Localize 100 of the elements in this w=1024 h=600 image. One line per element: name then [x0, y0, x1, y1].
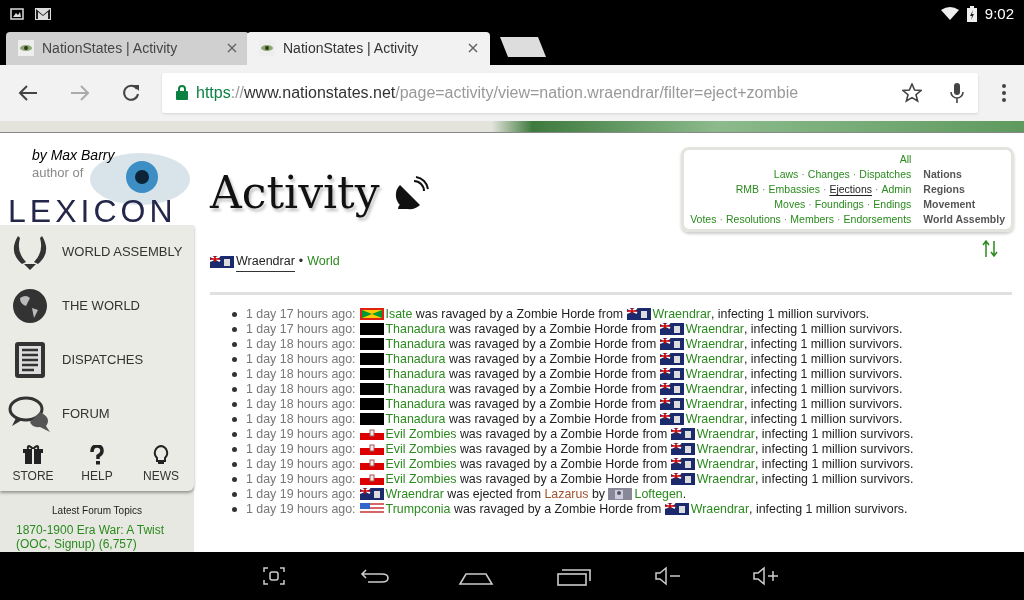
event-text: by [590, 486, 607, 502]
nation-link[interactable]: Thanadura [385, 321, 446, 337]
menu-icon[interactable] [1002, 83, 1006, 102]
filter-link[interactable]: Foundings [814, 197, 864, 210]
menu-item[interactable]: FORUM [0, 386, 194, 441]
browser-tab[interactable]: NationStates | Activity [247, 31, 490, 65]
bullet-icon [232, 431, 237, 437]
breadcrumb-link[interactable]: Wraendrar [236, 251, 295, 272]
bullet-icon [232, 491, 237, 497]
menu-item[interactable]: NEWS [138, 444, 184, 485]
event-text: , infecting 1 million survivors. [754, 441, 914, 457]
nation-link[interactable]: Loftegen [634, 486, 683, 502]
nation-link[interactable]: Isate [385, 306, 413, 322]
satellite-dish-icon [393, 174, 430, 211]
bullet-icon [232, 416, 237, 422]
filter-link[interactable]: Members [790, 212, 835, 225]
nation-link[interactable]: Thanadura [385, 351, 446, 367]
nation-link[interactable]: Wraendrar [690, 501, 749, 517]
nation-link[interactable]: Wraendrar [685, 321, 744, 337]
nation-link[interactable]: Wraendrar [652, 306, 711, 322]
event-text: , infecting 1 million survivors. [744, 396, 903, 412]
event-time: 1 day 19 hours ago: [246, 441, 356, 457]
address-bar[interactable]: https://www.nationstates.net/page=activity/view=nation.wraendrar/filter=eject+zombie [162, 72, 978, 113]
flag-icon [359, 488, 384, 501]
nation-link[interactable]: Thanadura [385, 381, 446, 397]
star-icon[interactable] [902, 82, 922, 103]
flag-icon [359, 383, 384, 396]
nation-link[interactable]: Wraendrar [696, 441, 755, 457]
event-time: 1 day 18 hours ago: [246, 396, 356, 412]
reload-icon[interactable] [122, 83, 140, 102]
event-text: was ravaged by a Zombie Horde from [447, 321, 658, 337]
filter-link[interactable]: Admin [881, 182, 912, 195]
browser-tab[interactable]: NationStates | Activity [6, 31, 249, 65]
mail-icon [34, 6, 52, 21]
nation-link[interactable]: Wraendrar [696, 471, 755, 487]
separator-dot: · [783, 212, 788, 225]
battery-icon [966, 5, 977, 22]
event-time: 1 day 17 hours ago: [246, 306, 356, 322]
filter-link[interactable]: RMB [735, 182, 760, 195]
separator-dot: · [875, 182, 879, 195]
filter-link[interactable]: Ejections [829, 182, 873, 195]
lightbulb-icon [151, 444, 171, 465]
filter-link[interactable]: Endings [873, 197, 912, 210]
nation-link[interactable]: Evil Zombies [385, 441, 457, 457]
nation-link[interactable]: Wraendrar [685, 381, 744, 397]
menu-item[interactable]: DISPATCHES [0, 332, 194, 387]
nation-link[interactable]: Wraendrar [385, 486, 444, 502]
event-text: , infecting 1 million survivors. [749, 501, 908, 517]
nation-link[interactable]: Wraendrar [685, 366, 744, 382]
nation-link[interactable]: Wraendrar [685, 411, 744, 427]
filter-link[interactable]: All [899, 152, 912, 165]
nation-link[interactable]: Thanadura [385, 396, 446, 412]
gift-icon [23, 444, 43, 465]
microphone-icon[interactable] [950, 82, 964, 103]
filter-link[interactable]: Votes [690, 212, 717, 225]
filter-link[interactable]: Endorsements [843, 212, 912, 225]
new-tab-icon[interactable] [500, 36, 546, 57]
sort-arrows-icon[interactable] [982, 239, 998, 258]
menu-item[interactable]: HELP [74, 444, 120, 485]
filter-link[interactable]: Dispatches [859, 167, 912, 180]
filter-link[interactable]: Embassies [768, 182, 820, 195]
region-link[interactable]: Lazarus [544, 486, 589, 502]
bullet-icon [232, 476, 237, 482]
event-text: , infecting 1 million survivors. [744, 381, 903, 397]
event-text: was ravaged by a Zombie Horde from [447, 351, 658, 367]
nation-link[interactable]: Trumpconia [385, 501, 451, 517]
nation-link[interactable]: Wraendrar [685, 351, 744, 367]
event-text: , infecting 1 million survivors. [710, 306, 870, 322]
nation-link[interactable]: Thanadura [385, 411, 446, 427]
nation-link[interactable]: Wraendrar [696, 426, 755, 442]
nation-link[interactable]: Wraendrar [696, 456, 755, 472]
separator-dot: · [808, 197, 812, 210]
category-label: Movement [923, 196, 977, 212]
nation-link[interactable]: Evil Zombies [385, 471, 457, 487]
event-time: 1 day 18 hours ago: [246, 381, 356, 397]
filter-link[interactable]: Resolutions [725, 212, 781, 225]
menu-item[interactable]: STORE [10, 444, 56, 485]
forum-topic-link[interactable]: 1870-1900 Era War: A Twist (OOC, Signup) (6,757) [0, 522, 194, 551]
menu-item[interactable]: WORLD ASSEMBLY [0, 224, 194, 279]
close-icon[interactable] [227, 43, 237, 54]
nation-link[interactable]: Evil Zombies [385, 426, 457, 442]
nation-link[interactable]: Thanadura [385, 336, 446, 352]
flag-icon [659, 398, 684, 411]
menu-item[interactable]: THE WORLD [0, 278, 194, 333]
filter-link[interactable]: Laws [773, 167, 799, 180]
filter-link[interactable]: Moves [774, 197, 806, 210]
flag-icon [359, 323, 384, 336]
bullet-icon [232, 326, 237, 332]
close-icon[interactable] [468, 43, 478, 54]
nation-link[interactable]: Thanadura [385, 366, 446, 382]
nation-link[interactable]: Wraendrar [685, 336, 744, 352]
breadcrumb-link[interactable]: World [307, 252, 340, 272]
advert-banner[interactable]: by Max Barry author of LEXICON [0, 132, 194, 225]
nation-link[interactable]: Wraendrar [685, 396, 744, 412]
flag-icon [626, 308, 651, 321]
event-time: 1 day 18 hours ago: [246, 336, 356, 352]
back-icon[interactable] [18, 83, 38, 102]
recent-apps-icon[interactable] [556, 566, 592, 587]
filter-link[interactable]: Changes [807, 167, 850, 180]
nation-link[interactable]: Evil Zombies [385, 456, 457, 472]
